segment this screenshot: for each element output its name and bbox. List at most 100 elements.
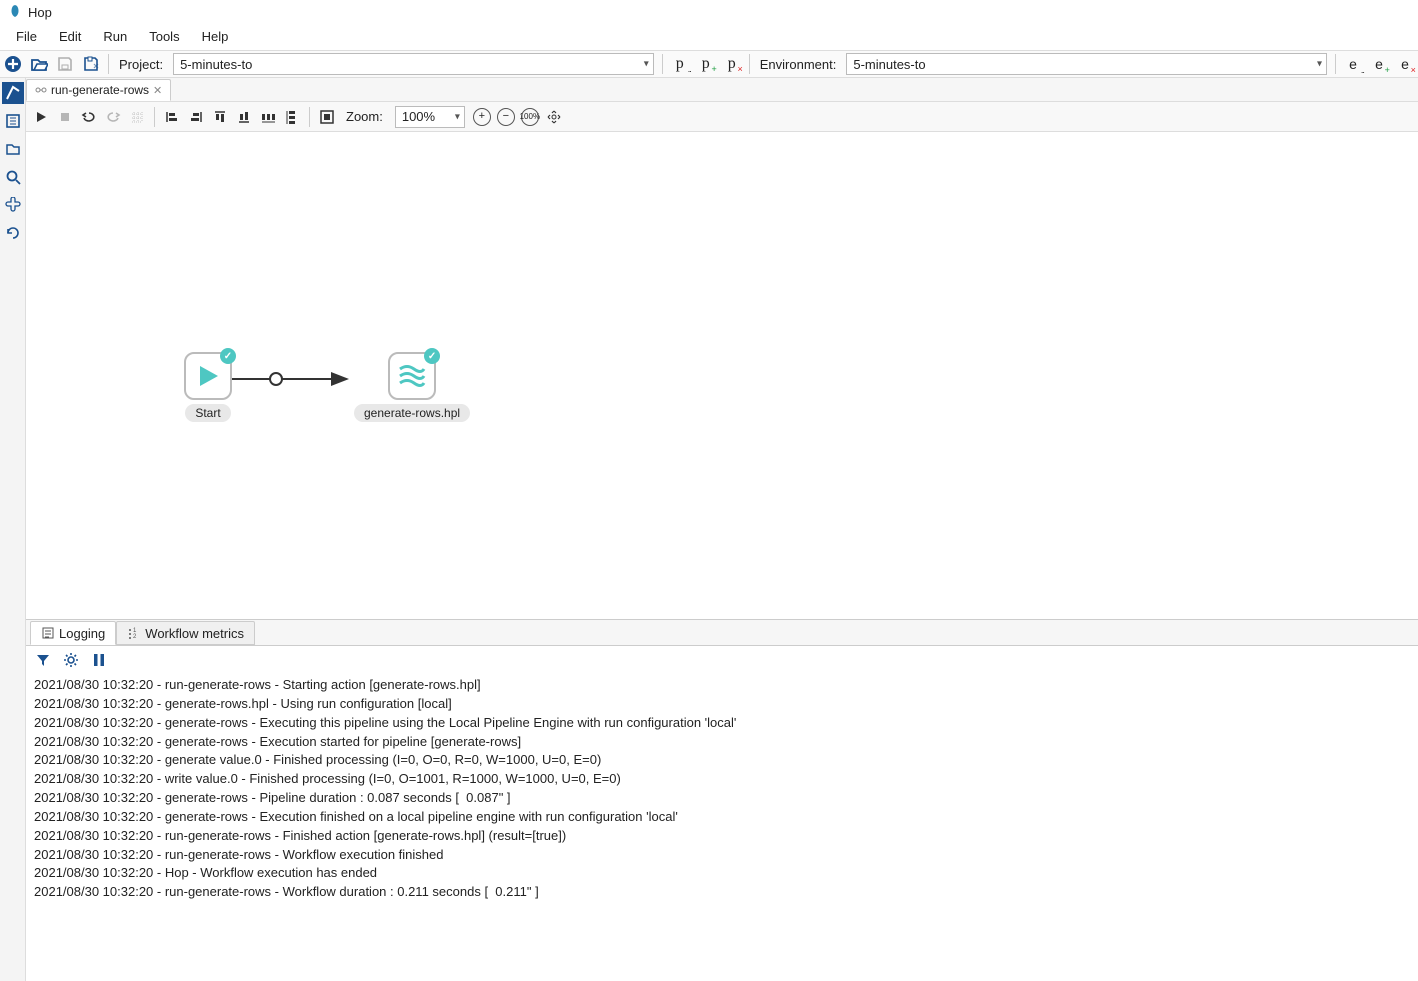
- project-edit-button[interactable]: p..: [668, 52, 692, 76]
- tab-workflow-metrics[interactable]: 12 Workflow metrics: [116, 621, 255, 645]
- svg-text:2: 2: [133, 634, 137, 640]
- log-line: 2021/08/30 10:32:20 - generate-rows - Pi…: [34, 789, 1410, 808]
- fit-button[interactable]: [316, 106, 338, 128]
- align-left-button[interactable]: [161, 106, 183, 128]
- toolbar-separator: [108, 54, 109, 74]
- project-add-button[interactable]: p+: [694, 52, 718, 76]
- tab-label: Workflow metrics: [145, 626, 244, 641]
- toolbar-separator: [662, 54, 663, 74]
- gear-icon[interactable]: [62, 651, 80, 669]
- metadata-icon[interactable]: [2, 110, 24, 132]
- undo-button[interactable]: [78, 106, 100, 128]
- distribute-horizontal-button[interactable]: [257, 106, 279, 128]
- menu-tools[interactable]: Tools: [139, 26, 189, 48]
- distribute-vertical-button[interactable]: [281, 106, 303, 128]
- environment-add-button[interactable]: e+: [1367, 52, 1391, 76]
- main-toolbar: Project: 5-minutes-to ▾ p.. p+ p× Enviro…: [0, 50, 1418, 78]
- project-delete-button[interactable]: p×: [720, 52, 744, 76]
- play-icon: [194, 362, 222, 390]
- log-line: 2021/08/30 10:32:20 - run-generate-rows …: [34, 846, 1410, 865]
- log-line: 2021/08/30 10:32:20 - generate-rows.hpl …: [34, 695, 1410, 714]
- log-output[interactable]: 2021/08/30 10:32:20 - run-generate-rows …: [26, 674, 1418, 981]
- toolbar-separator: [1335, 54, 1336, 74]
- editor-tabs: run-generate-rows ✕: [26, 78, 1418, 102]
- save-as-button[interactable]: [79, 52, 103, 76]
- tab-label: Logging: [59, 626, 105, 641]
- environment-edit-button[interactable]: e..: [1341, 52, 1365, 76]
- log-line: 2021/08/30 10:32:20 - generate-rows - Ex…: [34, 808, 1410, 827]
- plugins-icon[interactable]: [2, 194, 24, 216]
- log-panel: Logging 12 Workflow metrics 2021/08/30: [26, 619, 1418, 981]
- menu-edit[interactable]: Edit: [49, 26, 91, 48]
- log-tabs: Logging 12 Workflow metrics: [26, 620, 1418, 646]
- workflow-canvas[interactable]: ✓ Start ✓ generate-rows.hpl: [26, 132, 1418, 619]
- log-line: 2021/08/30 10:32:20 - run-generate-rows …: [34, 827, 1410, 846]
- success-badge-icon: ✓: [424, 348, 440, 364]
- pause-icon[interactable]: [90, 651, 108, 669]
- toolbar-separator: [309, 107, 310, 127]
- stop-button[interactable]: [54, 106, 76, 128]
- log-icon: [41, 626, 55, 640]
- align-bottom-button[interactable]: [233, 106, 255, 128]
- environment-delete-button[interactable]: e×: [1393, 52, 1417, 76]
- close-icon[interactable]: ✕: [153, 84, 162, 97]
- log-line: 2021/08/30 10:32:20 - run-generate-rows …: [34, 676, 1410, 695]
- toolbar-separator: [749, 54, 750, 74]
- save-button[interactable]: [53, 52, 77, 76]
- zoom-out-button[interactable]: −: [495, 106, 517, 128]
- node-generate-rows[interactable]: ✓ generate-rows.hpl: [354, 352, 470, 422]
- app-icon: [8, 4, 22, 21]
- editor-area: run-generate-rows ✕ Zoom: 100% ▾ +: [26, 78, 1418, 981]
- perspective-rail: [0, 78, 26, 981]
- file-explorer-icon[interactable]: [2, 138, 24, 160]
- tab-logging[interactable]: Logging: [30, 621, 116, 645]
- environment-value: 5-minutes-to: [853, 57, 925, 72]
- zoom-100-button[interactable]: 100%: [519, 106, 541, 128]
- project-label: Project:: [113, 57, 169, 72]
- menu-run[interactable]: Run: [93, 26, 137, 48]
- log-line: 2021/08/30 10:32:20 - write value.0 - Fi…: [34, 770, 1410, 789]
- data-orchestration-icon[interactable]: [2, 82, 24, 104]
- search-icon[interactable]: [2, 166, 24, 188]
- zoom-fit-button[interactable]: [543, 106, 565, 128]
- tab-run-generate-rows[interactable]: run-generate-rows ✕: [26, 79, 171, 101]
- menu-bar: File Edit Run Tools Help: [0, 24, 1418, 50]
- snap-to-grid-button[interactable]: [126, 106, 148, 128]
- zoom-label: Zoom:: [340, 109, 389, 124]
- log-line: 2021/08/30 10:32:20 - Hop - Workflow exe…: [34, 864, 1410, 883]
- align-top-button[interactable]: [209, 106, 231, 128]
- menu-file[interactable]: File: [6, 26, 47, 48]
- log-toolbar: [26, 646, 1418, 674]
- log-line: 2021/08/30 10:32:20 - generate-rows - Ex…: [34, 733, 1410, 752]
- menu-help[interactable]: Help: [192, 26, 239, 48]
- chevron-down-icon: ▾: [455, 111, 460, 122]
- undo-history-icon[interactable]: [2, 222, 24, 244]
- zoom-value: 100%: [402, 109, 435, 124]
- node-label: Start: [185, 404, 230, 422]
- app-title: Hop: [28, 5, 52, 20]
- zoom-dropdown[interactable]: 100% ▾: [395, 106, 465, 128]
- project-dropdown[interactable]: 5-minutes-to ▾: [173, 53, 654, 75]
- project-value: 5-minutes-to: [180, 57, 252, 72]
- node-start[interactable]: ✓ Start: [184, 352, 232, 422]
- zoom-in-button[interactable]: +: [471, 106, 493, 128]
- log-line: 2021/08/30 10:32:20 - generate value.0 -…: [34, 751, 1410, 770]
- toolbar-separator: [154, 107, 155, 127]
- node-label: generate-rows.hpl: [354, 404, 470, 422]
- environment-dropdown[interactable]: 5-minutes-to ▾: [846, 53, 1327, 75]
- tab-label: run-generate-rows: [51, 83, 149, 97]
- titlebar: Hop: [0, 0, 1418, 24]
- filter-icon[interactable]: [34, 651, 52, 669]
- environment-label: Environment:: [754, 57, 843, 72]
- redo-button[interactable]: [102, 106, 124, 128]
- log-line: 2021/08/30 10:32:20 - generate-rows - Ex…: [34, 714, 1410, 733]
- content-area: run-generate-rows ✕ Zoom: 100% ▾ +: [0, 78, 1418, 981]
- run-button[interactable]: [30, 106, 52, 128]
- open-button[interactable]: [27, 52, 51, 76]
- canvas-toolbar: Zoom: 100% ▾ + − 100%: [26, 102, 1418, 132]
- new-button[interactable]: [1, 52, 25, 76]
- align-right-button[interactable]: [185, 106, 207, 128]
- success-badge-icon: ✓: [220, 348, 236, 364]
- chevron-down-icon: ▾: [1317, 59, 1322, 70]
- hop-connector: [231, 369, 361, 389]
